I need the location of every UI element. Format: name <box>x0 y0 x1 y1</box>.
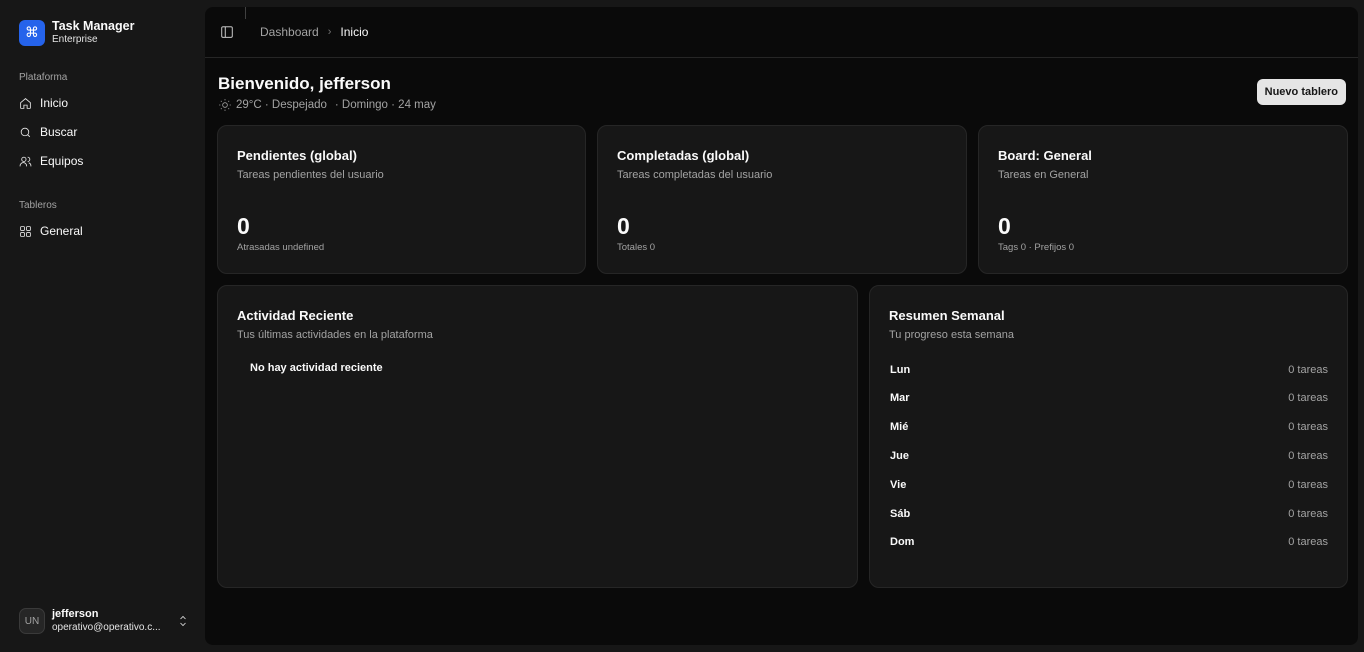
search-icon <box>20 127 31 137</box>
list-item: Lun 0 tareas <box>890 364 1328 378</box>
list-item: Dom 0 tareas <box>890 536 1328 550</box>
week-day: Vie <box>890 479 907 491</box>
panel-left-icon <box>221 26 233 38</box>
card-footer: Totales 0 <box>617 242 656 253</box>
list-item: Jue 0 tareas <box>890 450 1328 464</box>
list-item: Sáb 0 tareas <box>890 508 1328 522</box>
page-title: Bienvenido, jefferson <box>218 74 391 93</box>
brand[interactable]: ⌘ Task Manager Enterprise <box>19 20 134 46</box>
brand-subtitle: Enterprise <box>52 34 98 45</box>
breadcrumb-current: Inicio <box>340 25 369 39</box>
card-description: Tareas en General <box>998 169 1089 181</box>
week-count: 0 tareas <box>1288 508 1328 520</box>
list-item: Mar 0 tareas <box>890 392 1328 406</box>
week-day: Dom <box>890 536 915 548</box>
weather-info: 29°C · Despejado · Domingo · 24 may <box>218 98 436 112</box>
chevron-right-icon: › <box>327 26 332 38</box>
avatar: UN <box>19 608 45 634</box>
card-value: 0 <box>998 213 1011 239</box>
user-email: operativo@operativo.c... <box>52 622 161 633</box>
users-icon <box>19 156 32 166</box>
card-title: Pendientes (global) <box>237 148 357 163</box>
date-text: · Domingo · 24 may <box>334 99 436 111</box>
week-count: 0 tareas <box>1288 479 1328 491</box>
sidebar-toggle-button[interactable] <box>220 25 234 39</box>
topbar-divider <box>245 7 246 19</box>
card-description: Tu progreso esta semana <box>889 329 1014 341</box>
sidebar-item-label: Equipos <box>40 154 84 168</box>
week-count: 0 tareas <box>1288 450 1328 462</box>
week-day: Mar <box>890 392 910 404</box>
week-count: 0 tareas <box>1288 421 1328 433</box>
breadcrumb: Dashboard › Inicio <box>260 25 368 39</box>
home-icon <box>20 97 31 109</box>
weather-text: 29°C · Despejado <box>236 99 327 111</box>
week-day: Mié <box>890 421 909 433</box>
sidebar-item-label: Buscar <box>40 125 78 139</box>
card-footer: Atrasadas undefined <box>237 242 325 253</box>
week-count: 0 tareas <box>1288 392 1328 404</box>
sidebar-item-label: Inicio <box>40 96 69 110</box>
stat-card-board-general: Board: General Tareas en General 0 Tags … <box>978 125 1348 274</box>
stat-card-completadas: Completadas (global) Tareas completadas … <box>597 125 967 274</box>
new-board-button[interactable]: Nuevo tablero <box>1256 79 1346 105</box>
card-value: 0 <box>237 213 250 239</box>
list-item: Mié 0 tareas <box>890 421 1328 435</box>
card-title: Completadas (global) <box>617 148 750 163</box>
card-footer: Tags 0 · Prefijos 0 <box>998 242 1075 253</box>
empty-state: No hay actividad reciente <box>250 362 383 374</box>
breadcrumb-dashboard[interactable]: Dashboard <box>260 25 319 39</box>
card-title: Resumen Semanal <box>889 308 1005 323</box>
sidebar-item-buscar[interactable]: Buscar <box>12 119 194 145</box>
weekly-summary-card: Resumen Semanal Tu progreso esta semana … <box>869 285 1348 588</box>
sun-icon <box>219 99 231 111</box>
sidebar-item-equipos[interactable]: Equipos <box>12 148 194 174</box>
card-description: Tareas pendientes del usuario <box>237 169 384 181</box>
card-description: Tus últimas actividades en la plataforma <box>237 329 433 341</box>
week-day: Sáb <box>890 508 911 520</box>
list-item: Vie 0 tareas <box>890 479 1328 493</box>
week-count: 0 tareas <box>1288 536 1328 548</box>
group-label-plataforma: Plataforma <box>19 72 68 83</box>
week-day: Lun <box>890 364 911 376</box>
command-icon: ⌘ <box>19 20 45 46</box>
main-content: Dashboard › Inicio Bienvenido, jefferson… <box>205 7 1358 645</box>
stat-card-pendientes: Pendientes (global) Tareas pendientes de… <box>217 125 586 274</box>
card-title: Actividad Reciente <box>237 308 354 323</box>
grid-icon <box>20 225 31 237</box>
group-label-tableros: Tableros <box>19 200 57 211</box>
app: ⌘ Task Manager Enterprise Plataforma Ini… <box>0 0 1364 652</box>
card-title: Board: General <box>998 148 1092 163</box>
user-name: jefferson <box>52 608 99 620</box>
week-day: Jue <box>890 450 909 462</box>
chevrons-up-down-icon <box>177 614 189 628</box>
recent-activity-card: Actividad Reciente Tus últimas actividad… <box>217 285 858 588</box>
sidebar: ⌘ Task Manager Enterprise Plataforma Ini… <box>0 0 205 652</box>
brand-name: Task Manager <box>52 19 135 33</box>
card-value: 0 <box>617 213 630 239</box>
user-menu[interactable]: UN jefferson operativo@operativo.c... <box>19 607 189 635</box>
topbar: Dashboard › Inicio <box>205 7 1358 58</box>
week-count: 0 tareas <box>1288 364 1328 376</box>
card-description: Tareas completadas del usuario <box>617 169 773 181</box>
sidebar-item-label: General <box>40 224 83 238</box>
sidebar-item-general[interactable]: General <box>12 218 194 244</box>
sidebar-item-inicio[interactable]: Inicio <box>12 90 194 116</box>
